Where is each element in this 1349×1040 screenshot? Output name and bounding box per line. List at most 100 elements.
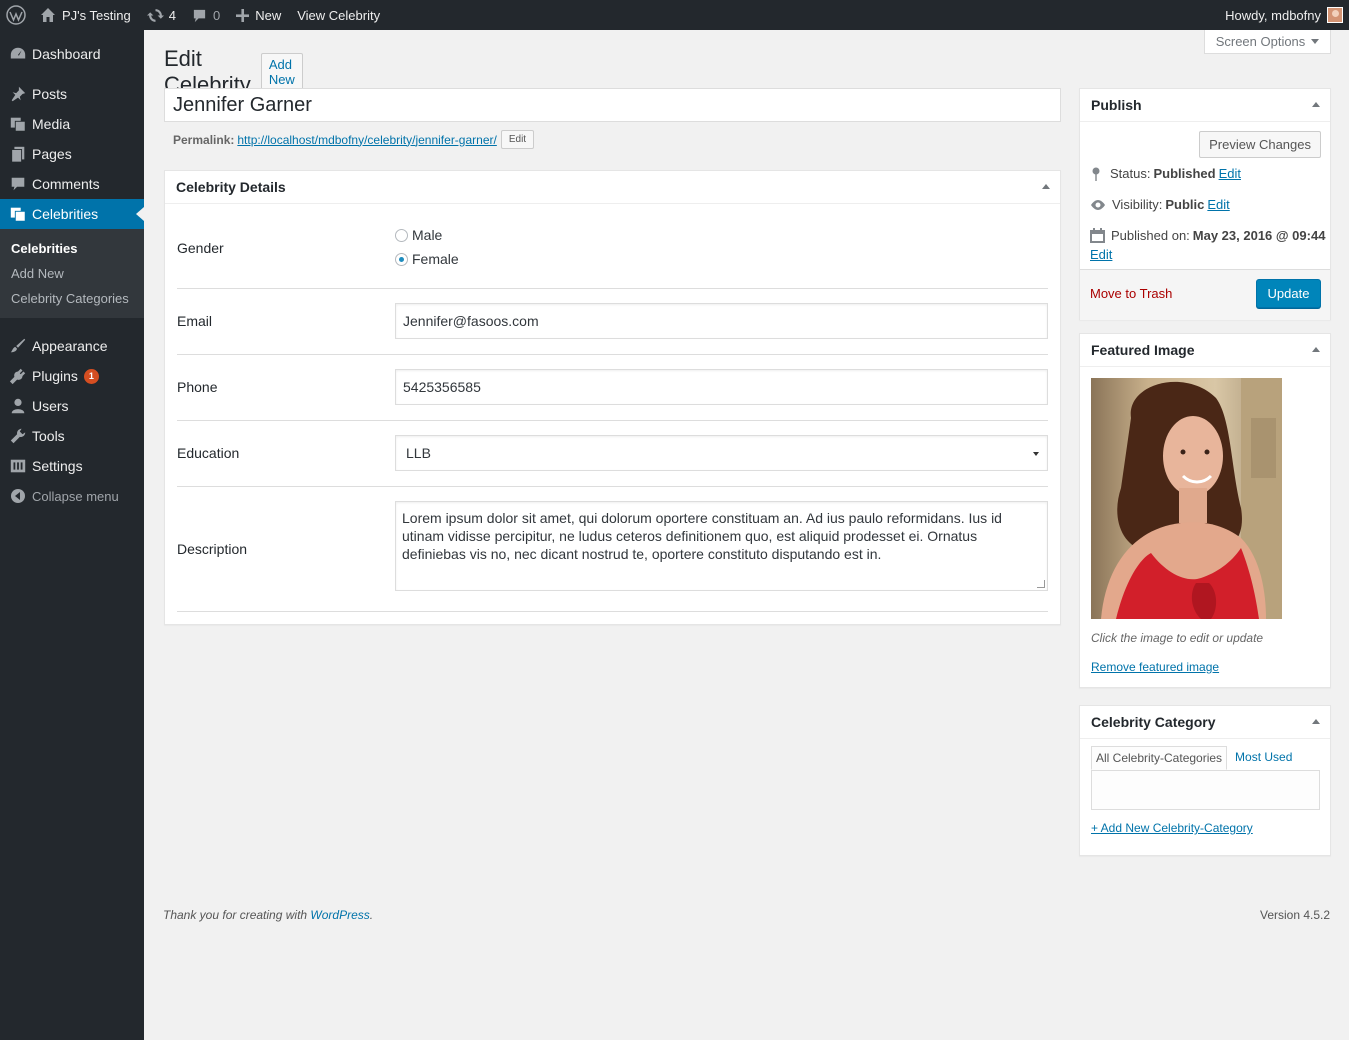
education-select[interactable]: LLB xyxy=(395,435,1048,471)
collapse-toggle-icon[interactable] xyxy=(1042,184,1050,189)
sidebar-item-label: Settings xyxy=(32,458,83,474)
permalink-label: Permalink: xyxy=(173,132,235,147)
education-selected-value: LLB xyxy=(406,445,431,461)
sidebar-item-media[interactable]: Media xyxy=(0,109,144,139)
permalink-base: http://localhost/mdbofny/celebrity/ xyxy=(237,132,416,147)
updates-link[interactable]: 4 xyxy=(139,0,184,30)
update-button[interactable]: Update xyxy=(1256,279,1321,308)
media-icon xyxy=(8,114,28,134)
education-row: Education LLB xyxy=(177,421,1048,487)
featured-image-header[interactable]: Featured Image xyxy=(1080,334,1330,367)
status-edit-link[interactable]: Edit xyxy=(1219,166,1241,181)
featured-image-thumbnail[interactable] xyxy=(1091,378,1282,619)
footer-thanks: Thank you for creating with WordPress. xyxy=(163,908,373,922)
submenu-item-add-new[interactable]: Add New xyxy=(0,261,144,286)
collapse-toggle-icon[interactable] xyxy=(1312,102,1320,107)
admin-sidebar: Dashboard Posts Media Pages Comments Cel… xyxy=(0,30,144,1040)
status-value: Published xyxy=(1153,166,1216,181)
preview-changes-button[interactable]: Preview Changes xyxy=(1199,131,1321,158)
tab-most-used[interactable]: Most Used xyxy=(1231,746,1296,770)
brush-icon xyxy=(8,336,28,356)
wrench-icon xyxy=(8,426,28,446)
eye-icon xyxy=(1090,199,1112,211)
resize-handle-icon[interactable] xyxy=(1037,580,1045,588)
sidebar-item-posts[interactable]: Posts xyxy=(0,79,144,109)
celebrity-details-title: Celebrity Details xyxy=(176,179,286,195)
published-on-edit-link[interactable]: Edit xyxy=(1090,247,1112,262)
phone-label: Phone xyxy=(177,379,218,395)
new-content-link[interactable]: New xyxy=(228,0,289,30)
visibility-value: Public xyxy=(1165,197,1205,212)
sidebar-item-tools[interactable]: Tools xyxy=(0,421,144,451)
sidebar-item-pages[interactable]: Pages xyxy=(0,139,144,169)
submenu-item-celebrity-categories[interactable]: Celebrity Categories xyxy=(0,286,144,311)
sidebar-item-comments[interactable]: Comments xyxy=(0,169,144,199)
sidebar-item-label: Posts xyxy=(32,86,68,102)
sidebar-item-label: Tools xyxy=(32,428,65,444)
comments-link[interactable]: 0 xyxy=(184,0,228,30)
post-title-input[interactable]: Jennifer Garner xyxy=(164,88,1061,122)
status-label: Status: xyxy=(1110,166,1151,181)
gender-male-radio[interactable]: Male xyxy=(395,227,459,243)
description-text: Lorem ipsum dolor sit amet, qui dolorum … xyxy=(402,510,1002,562)
celebrity-details-header[interactable]: Celebrity Details xyxy=(165,171,1060,204)
sidebar-item-settings[interactable]: Settings xyxy=(0,451,144,481)
comment-bubble-icon xyxy=(192,8,207,23)
publish-title: Publish xyxy=(1091,97,1142,113)
celebrities-icon xyxy=(8,204,28,224)
site-name-link[interactable]: PJ's Testing xyxy=(32,0,139,30)
celebrity-category-box: Celebrity Category All Celebrity-Categor… xyxy=(1079,705,1331,856)
gender-row: Gender Male Female xyxy=(177,205,1048,289)
collapse-menu-button[interactable]: Collapse menu xyxy=(0,481,144,511)
wordpress-logo-icon[interactable] xyxy=(0,0,32,30)
comments-count: 0 xyxy=(212,7,221,23)
screen-options-button[interactable]: Screen Options xyxy=(1204,30,1331,54)
tab-all-categories[interactable]: All Celebrity-Categories xyxy=(1091,746,1228,770)
remove-featured-image-link[interactable]: Remove featured image xyxy=(1091,660,1219,674)
permalink-edit-button[interactable]: Edit xyxy=(500,130,535,149)
sidebar-item-users[interactable]: Users xyxy=(0,391,144,421)
submenu-item-celebrities[interactable]: Celebrities xyxy=(0,236,144,261)
permalink-slug: jennifer-garner xyxy=(415,132,494,147)
collapse-toggle-icon[interactable] xyxy=(1312,347,1320,352)
collapse-arrow-icon xyxy=(8,486,28,506)
category-checklist xyxy=(1091,770,1320,810)
published-on-value: May 23, 2016 @ 09:44 xyxy=(1192,228,1326,243)
visibility-edit-link[interactable]: Edit xyxy=(1207,197,1229,212)
phone-field[interactable]: 5425356585 xyxy=(395,369,1048,405)
celebrity-category-header[interactable]: Celebrity Category xyxy=(1080,706,1330,739)
featured-image-caption: Click the image to edit or update xyxy=(1091,631,1264,645)
pin-icon xyxy=(8,84,28,104)
sidebar-item-dashboard[interactable]: Dashboard xyxy=(0,39,144,69)
wordpress-link[interactable]: WordPress xyxy=(310,908,369,922)
education-label: Education xyxy=(177,445,240,461)
description-textarea[interactable]: Lorem ipsum dolor sit amet, qui dolorum … xyxy=(395,501,1048,591)
sidebar-item-plugins[interactable]: Plugins 1 xyxy=(0,361,144,391)
email-field[interactable]: Jennifer@fasoos.com xyxy=(395,303,1048,339)
sidebar-item-label: Plugins xyxy=(32,368,78,384)
plus-icon xyxy=(236,8,250,22)
permalink-link[interactable]: http://localhost/mdbofny/celebrity/jenni… xyxy=(237,133,496,147)
account-menu[interactable]: Howdy, mdbofny xyxy=(1217,0,1349,30)
sidebar-item-celebrities[interactable]: Celebrities xyxy=(0,199,144,229)
calendar-icon xyxy=(1090,228,1111,243)
radio-circle-icon xyxy=(395,228,408,242)
description-row: Description Lorem ipsum dolor sit amet, … xyxy=(177,487,1048,612)
publish-box: Publish Preview Changes Status: Publishe… xyxy=(1079,88,1331,320)
page-icon xyxy=(8,144,28,164)
collapse-toggle-icon[interactable] xyxy=(1312,719,1320,724)
site-name-label: PJ's Testing xyxy=(62,7,131,23)
publish-header[interactable]: Publish xyxy=(1080,89,1330,122)
plugin-icon xyxy=(8,366,28,386)
email-label: Email xyxy=(177,313,213,329)
sidebar-item-appearance[interactable]: Appearance xyxy=(0,331,144,361)
add-new-category-link[interactable]: + Add New Celebrity-Category xyxy=(1091,821,1253,835)
add-new-button[interactable]: Add New xyxy=(260,53,303,91)
move-to-trash-link[interactable]: Move to Trash xyxy=(1090,286,1172,301)
gender-option-label: Male xyxy=(412,227,443,243)
gender-female-radio[interactable]: Female xyxy=(395,251,459,267)
view-celebrity-link[interactable]: View Celebrity xyxy=(289,0,388,30)
howdy-label: Howdy, mdbofny xyxy=(1225,7,1321,23)
user-icon xyxy=(8,396,28,416)
status-row: Status: Published Edit xyxy=(1090,166,1241,181)
